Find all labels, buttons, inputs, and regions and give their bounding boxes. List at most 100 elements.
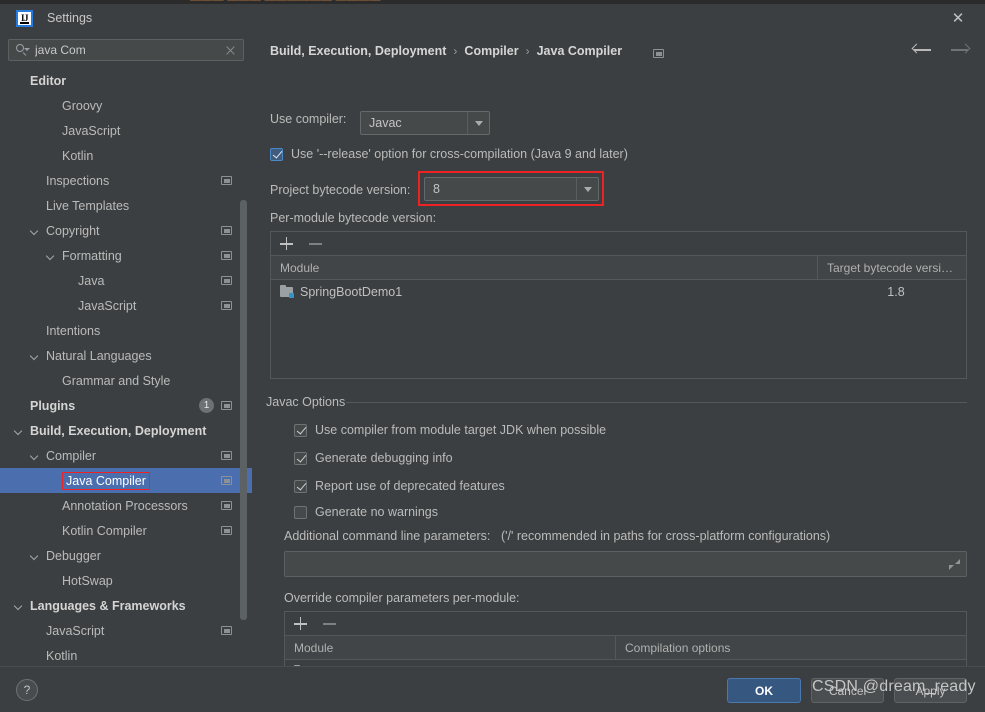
apply-button[interactable]: Apply xyxy=(894,678,967,703)
additional-params-hint: ('/' recommended in paths for cross-plat… xyxy=(501,529,831,543)
checkbox-box xyxy=(270,147,283,161)
settings-page-icon xyxy=(221,176,232,185)
sidebar-item-compiler[interactable]: Compiler xyxy=(0,443,252,468)
settings-page-icon xyxy=(221,626,232,635)
sidebar-item-label: Languages & Frameworks xyxy=(30,598,186,613)
sidebar-item-annotation-processors[interactable]: Annotation Processors xyxy=(0,493,252,518)
sidebar-scrollbar-thumb[interactable] xyxy=(240,200,247,620)
settings-page-icon xyxy=(221,251,232,260)
sidebar-item-label: Kotlin xyxy=(46,648,78,663)
breadcrumb-separator: › xyxy=(525,44,530,58)
chevron-down-icon xyxy=(576,178,598,200)
sidebar-item-hotswap[interactable]: HotSwap xyxy=(0,568,252,593)
chevron-down-icon[interactable] xyxy=(30,451,40,461)
per-module-label: Per-module bytecode version: xyxy=(270,211,437,225)
sidebar-item-debugger[interactable]: Debugger xyxy=(0,543,252,568)
sidebar-item-javascript[interactable]: JavaScript xyxy=(0,118,252,143)
javac-option-report-use-of-deprecated-features[interactable]: Report use of deprecated features xyxy=(294,479,505,493)
settings-page-icon xyxy=(221,451,232,460)
close-icon[interactable]: ✕ xyxy=(945,7,971,29)
chevron-down-icon[interactable] xyxy=(14,426,24,436)
sidebar-item-javascript[interactable]: JavaScript xyxy=(0,618,252,643)
override-table-header: Module Compilation options xyxy=(285,636,966,660)
column-header-module: Module xyxy=(294,640,334,655)
table-row[interactable]: SpringBootDemo1 1.8 xyxy=(271,280,966,304)
sidebar-item-plugins[interactable]: Plugins 1 xyxy=(0,393,252,418)
per-module-toolbar xyxy=(271,232,966,256)
sidebar-item-inspections[interactable]: Inspections xyxy=(0,168,252,193)
sidebar-item-live-templates[interactable]: Live Templates xyxy=(0,193,252,218)
release-option-label: Use '--release' option for cross-compila… xyxy=(291,147,628,161)
expand-icon[interactable] xyxy=(949,558,960,570)
additional-params-input[interactable] xyxy=(284,551,967,577)
additional-params-label: Additional command line parameters: xyxy=(284,529,491,543)
release-option-checkbox[interactable]: Use '--release' option for cross-compila… xyxy=(270,147,628,161)
sidebar-item-javascript[interactable]: JavaScript xyxy=(0,293,252,318)
cell-target-version: 1.8 xyxy=(887,285,905,299)
javac-option-generate-no-warnings[interactable]: Generate no warnings xyxy=(294,505,438,519)
chevron-down-icon[interactable] xyxy=(30,351,40,361)
cancel-button[interactable]: Cancel xyxy=(811,678,884,703)
sidebar-item-java-compiler[interactable]: Java Compiler xyxy=(0,468,252,493)
javac-option-generate-debugging-info[interactable]: Generate debugging info xyxy=(294,451,453,465)
breadcrumb-part[interactable]: Build, Execution, Deployment xyxy=(270,44,446,58)
back-arrow-icon[interactable] xyxy=(911,43,932,57)
sidebar-item-groovy[interactable]: Groovy xyxy=(0,93,252,118)
breadcrumb-separator: › xyxy=(453,44,458,58)
settings-sidebar: Editor Groovy JavaScript Kotlin Inspections L… xyxy=(0,32,252,666)
settings-page-icon xyxy=(221,526,232,535)
sidebar-item-label: Compiler xyxy=(46,448,97,463)
sidebar-item-intentions[interactable]: Intentions xyxy=(0,318,252,343)
search-icon xyxy=(15,43,30,57)
help-button[interactable]: ? xyxy=(16,679,38,701)
sidebar-item-grammar-and-style[interactable]: Grammar and Style xyxy=(0,368,252,393)
sidebar-item-formatting[interactable]: Formatting xyxy=(0,243,252,268)
column-header-compilation-options: Compilation options xyxy=(615,636,966,659)
forward-arrow-icon[interactable] xyxy=(950,43,971,57)
navigation-arrows xyxy=(911,43,971,57)
clear-search-icon[interactable] xyxy=(224,44,237,57)
logo-text: IJ xyxy=(20,12,29,23)
sidebar-item-kotlin-compiler[interactable]: Kotlin Compiler xyxy=(0,518,252,543)
override-params-label: Override compiler parameters per-module: xyxy=(284,591,520,605)
search-field[interactable] xyxy=(8,39,244,61)
settings-page-icon xyxy=(221,401,232,410)
sidebar-item-languages-frameworks[interactable]: Languages & Frameworks xyxy=(0,593,252,618)
project-bytecode-select[interactable]: 8 xyxy=(424,177,599,201)
sidebar-item-natural-languages[interactable]: Natural Languages xyxy=(0,343,252,368)
sidebar-item-build-execution-deployment[interactable]: Build, Execution, Deployment xyxy=(0,418,252,443)
sidebar-item-label: JavaScript xyxy=(78,298,137,313)
column-header-target: Target bytecode versi… xyxy=(817,256,966,279)
dialog-footer: ? OK Cancel Apply xyxy=(0,666,985,712)
add-icon[interactable] xyxy=(294,617,307,630)
sidebar-item-label: Debugger xyxy=(46,548,101,563)
remove-icon[interactable] xyxy=(309,237,322,250)
chevron-down-icon[interactable] xyxy=(30,551,40,561)
sidebar-item-label: Kotlin xyxy=(62,148,94,163)
sidebar-item-editor[interactable]: Editor xyxy=(0,68,252,93)
add-icon[interactable] xyxy=(280,237,293,250)
javac-option-label: Report use of deprecated features xyxy=(315,479,505,493)
additional-params-label-row: Additional command line parameters: xyxy=(284,529,490,543)
window-title: Settings xyxy=(47,11,93,25)
sidebar-item-kotlin[interactable]: Kotlin xyxy=(0,143,252,168)
sidebar-item-label: Groovy xyxy=(62,98,103,113)
javac-options-divider xyxy=(346,402,967,403)
remove-icon[interactable] xyxy=(323,617,336,630)
ok-button[interactable]: OK xyxy=(727,678,801,703)
chevron-down-icon[interactable] xyxy=(14,601,24,611)
sidebar-item-java[interactable]: Java xyxy=(0,268,252,293)
settings-dialog: ——— ——— —————— ———— IJ Settings ✕ Editor… xyxy=(0,0,985,712)
javac-option-use-compiler-from-module-target-jdk-when-possible[interactable]: Use compiler from module target JDK when… xyxy=(294,423,606,437)
sidebar-item-copyright[interactable]: Copyright xyxy=(0,218,252,243)
sidebar-item-kotlin[interactable]: Kotlin xyxy=(0,643,252,666)
breadcrumb-part[interactable]: Compiler xyxy=(464,44,518,58)
title-bar: IJ Settings ✕ xyxy=(0,4,985,32)
use-compiler-select[interactable]: Javac xyxy=(360,111,490,135)
chevron-down-icon[interactable] xyxy=(46,251,56,261)
module-icon xyxy=(280,285,294,298)
chevron-down-icon[interactable] xyxy=(30,226,40,236)
search-input[interactable] xyxy=(35,43,224,57)
breadcrumb: Build, Execution, Deployment › Compiler › Ja… xyxy=(270,44,622,58)
additional-params-hint-row: ('/' recommended in paths for cross-plat… xyxy=(501,529,830,543)
